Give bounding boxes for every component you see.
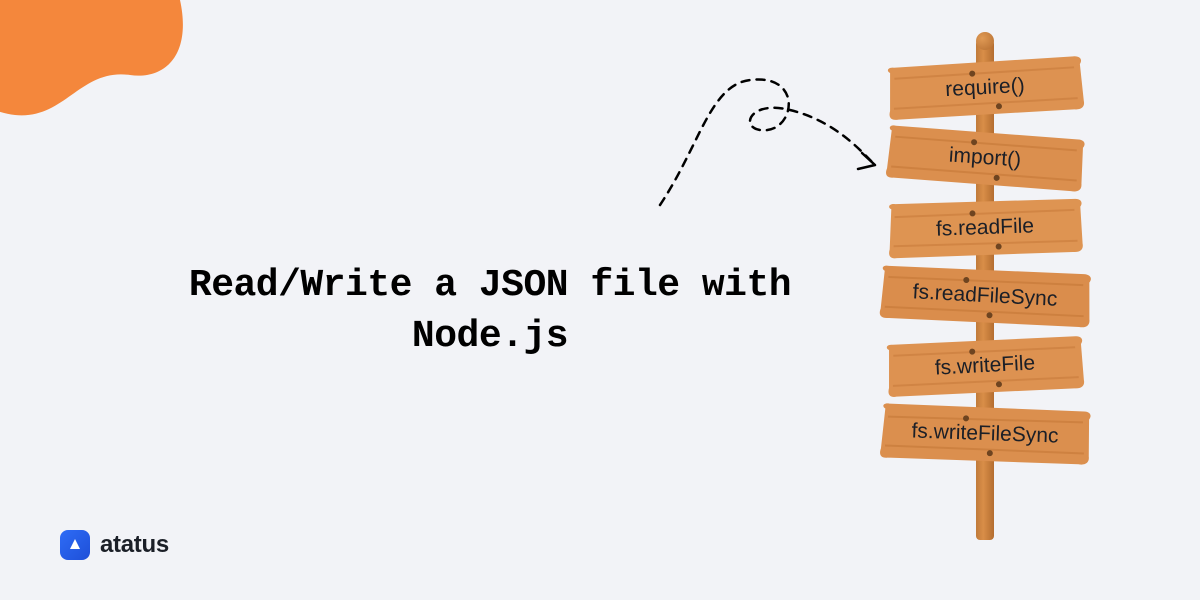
decorative-blob bbox=[0, 0, 220, 160]
sign-plank: fs.writeFile bbox=[884, 333, 1087, 399]
sign-label: import() bbox=[948, 144, 1022, 173]
brand-logo: atatus bbox=[60, 530, 169, 560]
sign-plank: require() bbox=[884, 55, 1087, 121]
sign-label: fs.writeFileSync bbox=[911, 419, 1059, 448]
sign-label: fs.readFile bbox=[936, 214, 1035, 241]
arrow-icon bbox=[640, 55, 900, 225]
brand-name: atatus bbox=[100, 531, 169, 559]
signpost-illustration: require() import() fs.readFile fs.readFi… bbox=[870, 30, 1100, 550]
page-title: Read/Write a JSON file with Node.js bbox=[150, 260, 830, 363]
sign-plank: fs.writeFileSync bbox=[877, 402, 1094, 465]
sign-plank: import() bbox=[883, 123, 1086, 193]
sign-plank: fs.readFileSync bbox=[876, 262, 1094, 329]
sign-plank: fs.readFile bbox=[884, 197, 1086, 260]
sign-label: require() bbox=[945, 74, 1026, 102]
brand-mark-icon bbox=[60, 530, 90, 560]
